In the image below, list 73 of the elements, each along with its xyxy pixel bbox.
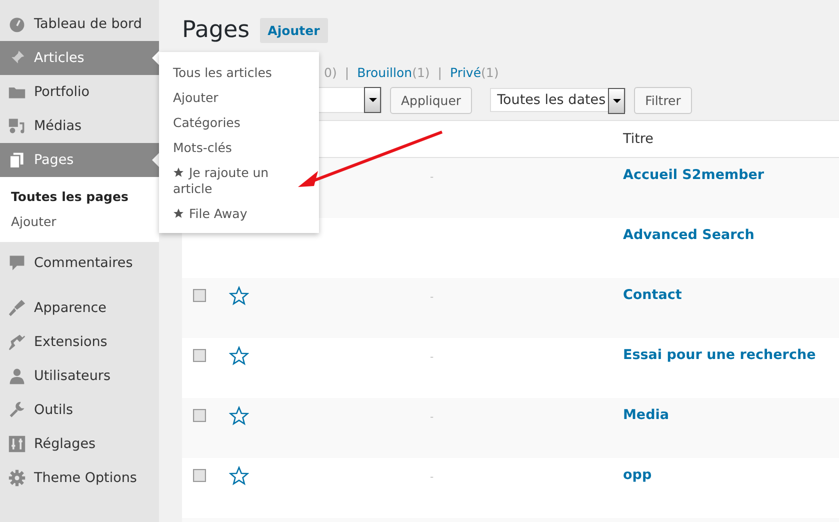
page-title-link[interactable]: Advanced Search [623, 218, 754, 243]
page-title: Pages [182, 17, 250, 43]
comment-icon [8, 254, 26, 272]
table-cell: - [430, 292, 434, 303]
status-link[interactable]: Privé(1) [450, 64, 499, 80]
menu-item[interactable]: Pages [0, 143, 159, 177]
flyout-item[interactable]: Mots-clés [159, 136, 319, 161]
menu-label: Outils [34, 402, 74, 418]
table-cell: - [430, 172, 434, 183]
flyout-item[interactable]: Je rajoute un article [159, 161, 319, 202]
menu-item[interactable]: Apparence [0, 291, 159, 325]
menu-item[interactable]: Réglages [0, 427, 159, 461]
menu-label: Tableau de bord [34, 16, 142, 32]
menu-label: Commentaires [34, 255, 133, 271]
star-icon [173, 208, 184, 219]
add-button[interactable]: Ajouter [260, 18, 328, 42]
star-icon [173, 167, 184, 178]
flyout-item[interactable]: Tous les articles [159, 61, 319, 86]
gear-icon [8, 469, 26, 487]
star-icon[interactable] [229, 286, 249, 306]
flyout-item[interactable]: File Away [159, 202, 319, 227]
table-cell: - [430, 412, 434, 423]
page-title-link[interactable]: Essai pour une recherche [623, 338, 816, 363]
menu-item[interactable]: Utilisateurs [0, 359, 159, 393]
checkbox[interactable] [193, 469, 206, 482]
plug-icon [8, 333, 26, 351]
media-icon [8, 117, 26, 135]
date-select[interactable]: Toutes les dates [490, 88, 626, 112]
menu-label: Theme Options [34, 470, 137, 486]
flyout-item[interactable]: Catégories [159, 111, 319, 136]
menu-item[interactable]: Médias [0, 109, 159, 143]
page-title-link[interactable]: Media [623, 398, 669, 423]
menu-item[interactable]: Articles [0, 41, 159, 75]
checkbox[interactable] [193, 349, 206, 362]
checkbox[interactable] [193, 289, 206, 302]
page-title-link[interactable]: Contact [623, 278, 682, 303]
table-cell: - [430, 472, 434, 483]
menu-label: Médias [34, 118, 82, 134]
star-icon[interactable] [229, 346, 249, 366]
page-title-link[interactable]: Accueil S2member [623, 158, 764, 183]
menu-label: Pages [34, 152, 74, 168]
star-icon[interactable] [229, 466, 249, 486]
star-icon[interactable] [229, 406, 249, 426]
wrench-icon [8, 401, 26, 419]
menu-label: Apparence [34, 300, 106, 316]
separator: | [344, 64, 350, 80]
menu-label: Utilisateurs [34, 368, 110, 384]
column-header[interactable]: Titre [623, 131, 654, 147]
menu-item[interactable]: Theme Options [0, 461, 159, 495]
status-link[interactable]: Brouillon(1) [357, 64, 430, 80]
menu-item[interactable]: Commentaires [0, 246, 159, 280]
filter-button[interactable]: Filtrer [634, 86, 692, 114]
menu-item[interactable]: Extensions [0, 325, 159, 359]
separator: | [436, 64, 443, 80]
menu-label: Portfolio [34, 84, 90, 100]
apply-button[interactable]: Appliquer [390, 86, 472, 114]
menu-label: Articles [34, 50, 84, 66]
sliders-icon [8, 435, 26, 453]
menu-label: Réglages [34, 436, 96, 452]
pages-icon [8, 151, 26, 169]
dashboard-icon [8, 15, 26, 33]
flyout-item[interactable]: Ajouter [159, 86, 319, 111]
menu-item[interactable]: Portfolio [0, 75, 159, 109]
user-icon [8, 367, 26, 385]
menu-label: Extensions [34, 334, 108, 350]
page-title-link[interactable]: opp [623, 458, 652, 483]
menu-item[interactable]: Tableau de bord [0, 7, 159, 41]
submenu-item[interactable]: Ajouter [0, 209, 159, 234]
table-cell: - [430, 352, 434, 363]
checkbox[interactable] [193, 409, 206, 422]
submenu-item[interactable]: Toutes les pages [0, 184, 159, 209]
menu-item[interactable]: Outils [0, 393, 159, 427]
brush-icon [8, 299, 26, 317]
